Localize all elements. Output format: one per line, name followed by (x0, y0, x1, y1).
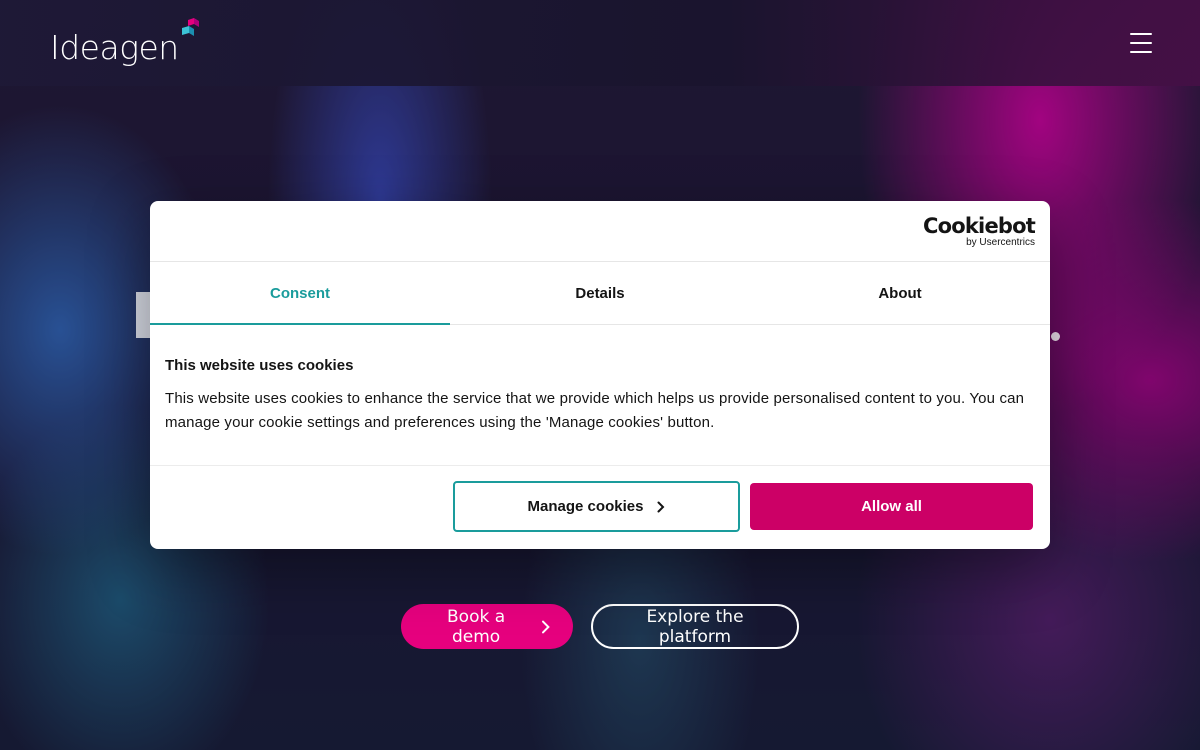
manage-cookies-label: Manage cookies (527, 498, 644, 515)
hero-title-dot (1051, 332, 1060, 341)
cookie-consent-dialog: Cookiebot by Usercentrics Consent Detail… (150, 201, 1050, 549)
allow-all-button[interactable]: Allow all (750, 483, 1033, 530)
dialog-body: This website uses cookies This website u… (150, 325, 1050, 466)
tab-details[interactable]: Details (450, 262, 750, 324)
dialog-header: Cookiebot by Usercentrics (150, 201, 1050, 262)
dialog-actions: Manage cookies Allow all (150, 466, 1050, 532)
tab-consent[interactable]: Consent (150, 262, 450, 325)
manage-cookies-button[interactable]: Manage cookies (453, 481, 740, 532)
tab-about[interactable]: About (750, 262, 1050, 324)
ideagen-logo[interactable]: Ideagen (50, 18, 200, 68)
cookiebot-name: Cookiebot (923, 214, 1036, 238)
chevron-right-icon (542, 620, 550, 633)
logo-mark-icon (181, 18, 199, 36)
hero-title-fragment (136, 292, 150, 338)
book-demo-button[interactable]: Book a demo (401, 604, 573, 649)
dialog-title: This website uses cookies (165, 357, 354, 374)
hero-cta-group: Book a demo Explore the platform (401, 604, 799, 649)
dialog-text: This website uses cookies to enhance the… (165, 390, 1025, 431)
cookiebot-logo[interactable]: Cookiebot by Usercentrics (923, 214, 1036, 249)
logo-text: Ideagen (50, 28, 179, 67)
hamburger-menu-icon[interactable] (1130, 33, 1152, 53)
site-header: Ideagen (0, 0, 1200, 86)
explore-platform-button[interactable]: Explore the platform (591, 604, 799, 649)
cookiebot-subtitle: by Usercentrics (966, 237, 1035, 248)
book-demo-label: Book a demo (447, 606, 506, 647)
dialog-tabs: Consent Details About (150, 262, 1050, 325)
chevron-right-icon (657, 501, 665, 512)
